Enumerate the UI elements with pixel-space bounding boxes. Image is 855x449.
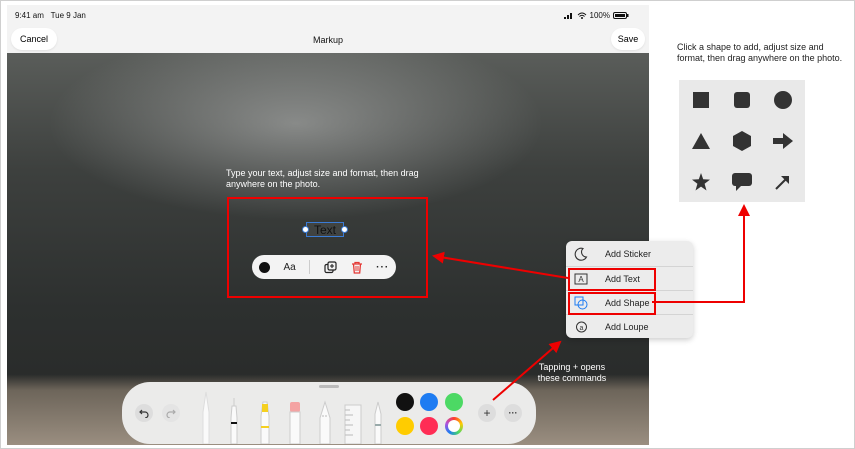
plus-icon: + (483, 406, 491, 420)
shape-square[interactable] (683, 82, 719, 118)
more-button[interactable]: ··· (376, 262, 389, 273)
resize-handle-left[interactable] (302, 226, 309, 233)
font-button[interactable]: Aa (283, 262, 295, 273)
hexagon-icon (733, 131, 751, 151)
shape-hexagon[interactable] (724, 123, 760, 159)
menu-item-add-loupe[interactable]: a Add Loupe (566, 315, 693, 338)
shape-arrow-diagonal[interactable] (765, 164, 801, 200)
text-format-toolbar: Aa ··· (252, 255, 396, 279)
arrow-diagonal-icon (775, 176, 789, 190)
shape-rounded-square[interactable] (724, 82, 760, 118)
circle-icon (774, 91, 792, 109)
color-black[interactable] (396, 393, 414, 411)
add-shape-highlight (568, 292, 656, 315)
page-title: Markup (312, 35, 343, 45)
duplicate-icon[interactable] (324, 260, 337, 274)
color-picker-button[interactable] (445, 417, 463, 435)
shape-circle[interactable] (765, 82, 801, 118)
undo-icon (139, 409, 149, 418)
loupe-icon: a (576, 321, 587, 333)
square-icon (693, 92, 709, 108)
fineliner-tool-icon[interactable] (228, 398, 240, 444)
battery-percent: 100% (589, 11, 610, 20)
add-text-highlight (568, 268, 656, 291)
status-bar: 9:41 am Tue 9 Jan 100% (7, 5, 649, 25)
text-instruction-caption: Type your text, adjust size and format, … (226, 168, 419, 189)
color-red[interactable] (420, 417, 438, 435)
status-time: 9:41 am (15, 11, 44, 20)
svg-text:a: a (580, 325, 584, 332)
battery-icon (613, 12, 629, 19)
menu-item-add-sticker[interactable]: Add Sticker (566, 242, 693, 266)
rounded-square-icon (734, 92, 750, 108)
star-icon (692, 173, 710, 191)
color-blue[interactable] (420, 393, 438, 411)
highlighter-tool-icon[interactable] (258, 400, 272, 444)
signal-icon (563, 13, 572, 19)
sticker-icon (574, 247, 588, 261)
markup-toolbar: + ··· (122, 382, 536, 444)
redo-button[interactable] (162, 404, 180, 422)
shape-picker (679, 80, 805, 202)
pen-tool-icon[interactable] (200, 390, 212, 444)
toolbar-divider (309, 260, 311, 274)
undo-button[interactable] (135, 404, 153, 422)
toolbar-grabber[interactable] (319, 385, 339, 388)
shape-speech-bubble[interactable] (724, 164, 760, 200)
text-object-value: Text (313, 222, 336, 237)
speech-bubble-icon (732, 173, 752, 191)
arrow-right-icon (773, 133, 793, 149)
plus-hint-caption: Tapping + opens these commands (537, 362, 607, 383)
wifi-icon (577, 12, 586, 19)
pencil-tool-icon[interactable] (372, 400, 384, 444)
shape-star[interactable] (683, 164, 719, 200)
color-yellow[interactable] (396, 417, 414, 435)
text-highlight-box (227, 197, 428, 298)
redo-icon (166, 409, 176, 418)
add-button[interactable]: + (478, 404, 496, 422)
ruler-tool-icon[interactable] (344, 404, 362, 444)
status-date: Tue 9 Jan (50, 11, 86, 20)
eraser-tool-icon[interactable] (288, 400, 302, 444)
shape-arrow-right[interactable] (765, 123, 801, 159)
shape-instruction-caption: Click a shape to add, adjust size and fo… (677, 42, 843, 63)
lasso-tool-icon[interactable] (318, 400, 332, 444)
resize-handle-right[interactable] (341, 226, 348, 233)
text-object[interactable]: Text (302, 222, 348, 237)
nav-bar: Cancel Markup Save (7, 25, 649, 55)
save-button[interactable]: Save (611, 28, 645, 50)
color-green[interactable] (445, 393, 463, 411)
text-color-button[interactable] (258, 261, 270, 273)
triangle-icon (692, 133, 710, 149)
shape-triangle[interactable] (683, 123, 719, 159)
toolbar-more-button[interactable]: ··· (504, 404, 522, 422)
trash-icon[interactable] (351, 261, 363, 274)
ellipsis-icon: ··· (508, 408, 518, 418)
